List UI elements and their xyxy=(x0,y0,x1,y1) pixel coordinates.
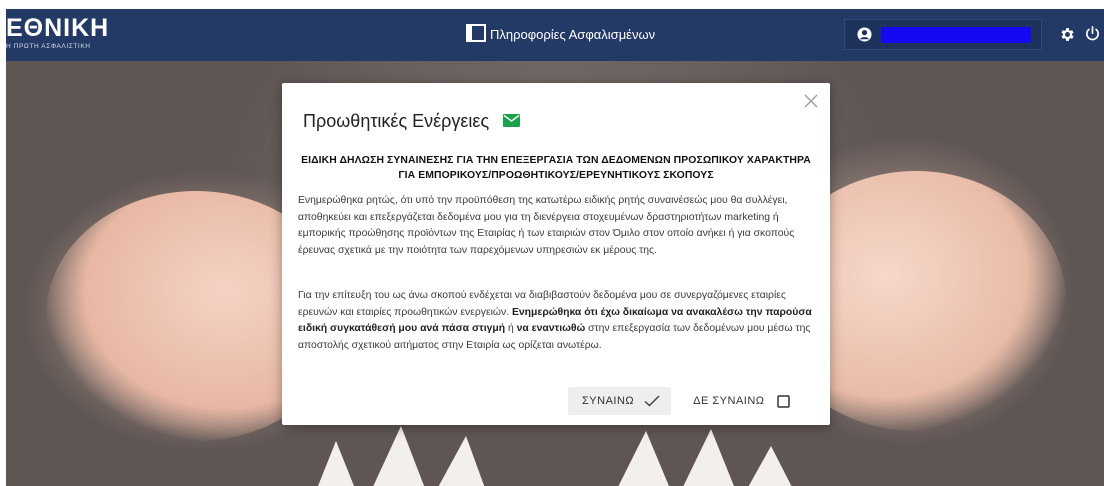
dialog-header: Προωθητικές Ενέργειες xyxy=(303,111,521,132)
consent-paragraph-1: Ενημερώθηκα ρητώς, ότι υπό την προϋπόθεσ… xyxy=(298,195,795,256)
window-icon xyxy=(466,24,490,45)
checkbox-icon xyxy=(776,394,790,408)
mail-icon xyxy=(503,112,521,131)
user-menu[interactable] xyxy=(844,19,1042,50)
dialog-title: Προωθητικές Ενέργειες xyxy=(303,111,490,131)
accept-button[interactable]: ΣΥΝΑΙΝΩ xyxy=(568,387,672,415)
decline-button[interactable]: ΔΕ ΣΥΝΑΙΝΩ xyxy=(685,387,797,415)
dialog-actions: ΣΥΝΑΙΝΩ ΔΕ ΣΥΝΑΙΝΩ xyxy=(568,387,798,415)
brand-name: ΕΘΝΙΚΗ xyxy=(6,14,110,42)
consent-heading: ΕΙΔΙΚΗ ΔΗΛΩΣΗ ΣΥΝΑΙΝΕΣΗΣ ΓΙΑ ΤΗΝ ΕΠΕΞΕΡΓ… xyxy=(301,155,811,181)
accept-button-label: ΣΥΝΑΙΝΩ xyxy=(582,395,635,407)
paragraph-2-bold-b: να εναντιωθώ xyxy=(516,323,586,334)
top-bar: ΕΘΝΙΚΗ Η ΠΡΩΤΗ ΑΣΦΑΛΙΣΤΙΚΗ Πληροφορίες Α… xyxy=(6,9,1104,61)
consent-dialog: Προωθητικές Ενέργειες ΕΙΔΙΚΗ ΔΗΛΩΣΗ ΣΥΝΑ… xyxy=(282,83,830,425)
gear-icon[interactable] xyxy=(1059,26,1076,47)
brand-subtitle: Η ΠΡΩΤΗ ΑΣΦΑΛΙΣΤΙΚΗ xyxy=(6,43,91,50)
close-button[interactable] xyxy=(802,93,820,111)
brand-logo[interactable]: ΕΘΝΙΚΗ Η ΠΡΩΤΗ ΑΣΦΑΛΙΣΤΙΚΗ xyxy=(6,15,109,51)
paper-chain-image xyxy=(318,426,792,486)
consent-paragraph-2: Για την επίτευξη του ως άνω σκοπού ενδέχ… xyxy=(298,288,818,354)
decline-button-label: ΔΕ ΣΥΝΑΙΝΩ xyxy=(693,395,765,407)
close-icon xyxy=(804,94,818,107)
paragraph-2-text-b: ή xyxy=(505,323,517,334)
user-circle-icon xyxy=(857,27,872,42)
check-icon xyxy=(644,395,660,407)
page-title-text: Πληροφορίες Ασφαλισμένων xyxy=(490,27,656,42)
page-title: Πληροφορίες Ασφαλισμένων xyxy=(466,24,655,45)
redacted-username xyxy=(881,26,1031,43)
power-icon[interactable] xyxy=(1084,25,1101,47)
